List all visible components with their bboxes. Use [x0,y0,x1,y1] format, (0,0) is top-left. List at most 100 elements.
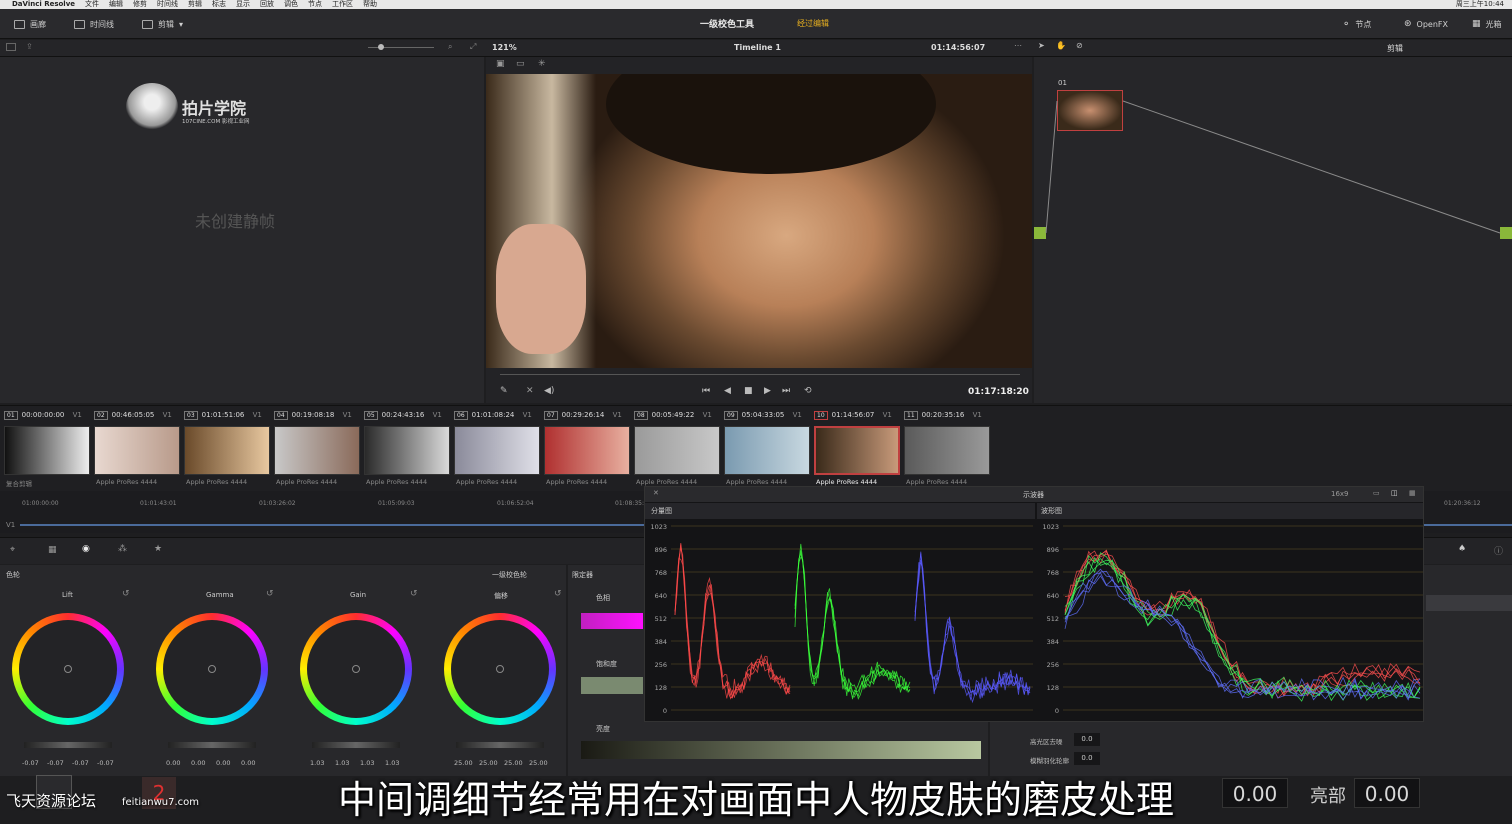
pen-icon[interactable]: ✎ [500,386,508,396]
play-icon[interactable]: ▶ [764,386,771,396]
color-wheel[interactable] [444,613,556,725]
clip-thumbnail[interactable] [364,426,450,475]
reset-icon[interactable]: ↺ [266,589,274,599]
wheel-value[interactable]: 0.00 [216,759,230,767]
clip-thumbnail[interactable] [184,426,270,475]
color-wheels-icon[interactable]: ◉ [82,544,90,554]
audio-icon[interactable]: ◀) [544,386,554,396]
scrub-bar[interactable] [500,374,1020,375]
wheel-value[interactable]: -0.07 [22,759,39,767]
luminance-range-bar[interactable] [581,741,981,759]
panel-toggle-icon[interactable] [6,43,16,51]
clips-button[interactable]: 剪辑 ▾ [142,16,183,32]
gallery-import-icon[interactable]: ⇪ [26,42,33,51]
gallery-button[interactable]: 画廊 [14,16,46,32]
master-wheel-slider[interactable] [24,742,112,748]
rgb-mixer-icon[interactable]: ⁂ [118,544,127,554]
wheel-mode-select[interactable]: 一级校色轮 [492,570,527,580]
mac-menu-item[interactable]: 剪辑 [188,0,202,9]
bypass-icon[interactable]: ⊘ [1076,41,1083,50]
zoom-level[interactable]: 121% [492,43,517,52]
wheel-value[interactable]: -0.07 [72,759,89,767]
mac-menu-item[interactable]: 回放 [260,0,274,9]
param-value[interactable]: 0.0 [1074,752,1100,765]
left-scope-mode[interactable]: 分量图 [651,506,672,516]
scope-close-icon[interactable]: ✕ [653,489,659,497]
wheel-center-handle[interactable] [496,665,504,673]
mac-menu-item[interactable]: 文件 [85,0,99,9]
wheel-value[interactable]: 0.00 [166,759,180,767]
keyframe-icon[interactable]: ♠ [1458,544,1466,554]
wheel-value[interactable]: 1.03 [335,759,349,767]
close-icon[interactable]: ✕ [526,386,534,396]
pointer-icon[interactable]: ➤ [1038,41,1045,50]
mac-menu-item[interactable]: 时间线 [157,0,178,9]
color-wheel[interactable] [300,613,412,725]
reset-icon[interactable]: ↺ [410,589,418,599]
node-mode[interactable]: 剪辑 [1387,43,1403,54]
mac-menu-item[interactable]: 帮助 [363,0,377,9]
layout-dual-icon[interactable]: ◫ [1391,489,1398,497]
master-wheel-slider[interactable] [456,742,544,748]
skip-start-icon[interactable]: ⏮ [702,386,710,396]
layout-quad-icon[interactable]: ▦ [1409,489,1416,497]
color-wheel[interactable] [12,613,124,725]
master-wheel-slider[interactable] [168,742,256,748]
mac-menu-item[interactable]: 工作区 [332,0,353,9]
reverse-icon[interactable]: ◀ [724,386,731,396]
stop-icon[interactable]: ■ [744,386,753,396]
hue-range-bar[interactable] [581,613,643,629]
info-icon[interactable]: ⓘ [1494,544,1503,557]
split-icon[interactable]: ▭ [516,59,525,69]
wheel-value[interactable]: 1.03 [360,759,374,767]
nodes-button[interactable]: ⚬ 节点 [1342,16,1371,32]
wheel-value[interactable]: 1.03 [385,759,399,767]
mac-menu-item[interactable]: 编辑 [109,0,123,9]
right-scope-mode[interactable]: 波形图 [1041,506,1062,516]
more-icon[interactable]: ⋯ [1014,41,1022,50]
view-mode-icon[interactable]: ▣ [496,59,505,69]
mac-menu-item[interactable]: 节点 [308,0,322,9]
wheel-value[interactable]: 25.00 [529,759,548,767]
lightbox-button[interactable]: ▦ 光箱 [1472,16,1502,32]
skip-end-icon[interactable]: ⏭ [782,386,790,396]
wheel-center-handle[interactable] [352,665,360,673]
wheel-center-handle[interactable] [64,665,72,673]
saturation-range-bar[interactable] [581,677,643,694]
clip-thumbnail[interactable] [634,426,720,475]
wheel-value[interactable]: 1.03 [310,759,324,767]
mac-menu-item[interactable]: 调色 [284,0,298,9]
wheel-value[interactable]: 25.00 [454,759,473,767]
clip-thumbnail[interactable] [814,426,900,475]
scopes-layout[interactable]: 16x9 [1331,490,1349,498]
mac-menu-item[interactable]: 修剪 [133,0,147,9]
wheel-value[interactable]: -0.07 [47,759,64,767]
clip-thumbnail[interactable] [94,426,180,475]
clip-thumbnail[interactable] [544,426,630,475]
wheel-value[interactable]: -0.07 [97,759,114,767]
clip-thumbnail[interactable] [274,426,360,475]
timelines-button[interactable]: 时间线 [74,16,114,32]
wheel-value[interactable]: 25.00 [504,759,523,767]
reset-icon[interactable]: ↺ [554,589,562,599]
motion-effects-icon[interactable]: ★ [154,544,162,554]
hand-icon[interactable]: ✋ [1056,41,1066,50]
wheel-center-handle[interactable] [208,665,216,673]
wheel-value[interactable]: 25.00 [479,759,498,767]
clip-thumbnail[interactable] [724,426,810,475]
master-wheel-slider[interactable] [312,742,400,748]
wheel-value[interactable]: 0.00 [241,759,255,767]
mac-menu-item[interactable]: 显示 [236,0,250,9]
color-wheel[interactable] [156,613,268,725]
clip-thumbnail[interactable] [454,426,540,475]
reset-icon[interactable]: ↺ [122,589,130,599]
mac-menu-item[interactable]: 标志 [212,0,226,9]
expand-icon[interactable]: ⤢ [470,42,476,52]
camera-raw-icon[interactable]: ⌖ [10,545,15,555]
clip-thumbnail[interactable] [4,426,90,475]
layout-single-icon[interactable]: ▭ [1373,489,1380,497]
gallery-zoom-handle[interactable] [378,44,384,50]
highlight-icon[interactable]: ✳ [538,59,546,69]
mac-menu-item[interactable]: DaVinci Resolve [12,0,75,9]
param-value[interactable]: 0.0 [1074,733,1100,746]
